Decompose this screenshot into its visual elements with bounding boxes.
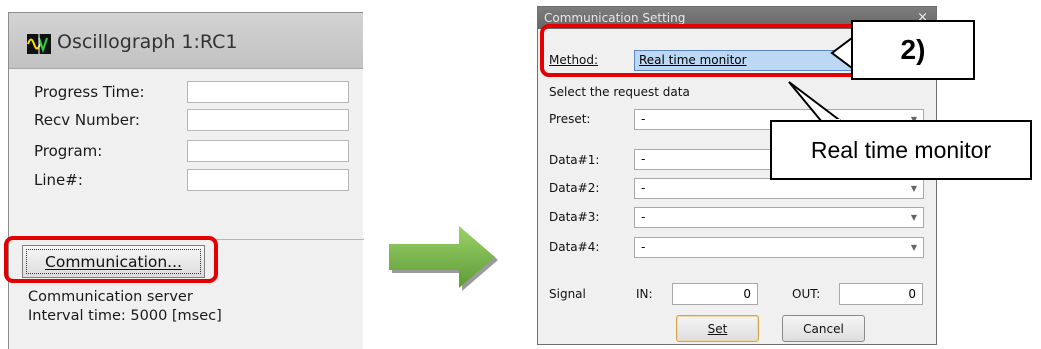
- preset-label: Preset:: [549, 112, 591, 126]
- chevron-down-icon: ▼: [910, 184, 917, 193]
- set-button[interactable]: Set: [676, 315, 759, 342]
- data4-select-value: -: [641, 240, 646, 254]
- status-interval: Interval time: 5000 [msec]: [28, 308, 222, 324]
- data2-label: Data#2:: [549, 181, 600, 195]
- green-arrow-icon: [389, 226, 498, 291]
- data2-select-value: -: [641, 181, 646, 195]
- out-field[interactable]: 0: [839, 283, 923, 305]
- cancel-button-label: Cancel: [803, 321, 844, 336]
- line-number-row: Line#:: [9, 169, 364, 193]
- progress-time-label: Progress Time:: [34, 83, 145, 101]
- progress-time-row: Progress Time:: [9, 81, 364, 105]
- line-number-label: Line#:: [34, 171, 83, 189]
- line-number-field[interactable]: [187, 169, 349, 191]
- oscillograph-title-bar: Oscillograph 1:RC1: [9, 13, 363, 69]
- in-field[interactable]: 0: [672, 283, 758, 305]
- in-label: IN:: [636, 287, 653, 301]
- cancel-button[interactable]: Cancel: [782, 315, 865, 342]
- program-row: Program:: [9, 140, 364, 164]
- recv-number-label: Recv Number:: [34, 111, 140, 129]
- preset-select-value: -: [641, 112, 646, 126]
- recv-number-row: Recv Number:: [9, 109, 364, 133]
- data1-select-value: -: [641, 152, 646, 166]
- data4-select[interactable]: - ▼: [634, 237, 924, 258]
- data3-select[interactable]: - ▼: [634, 207, 924, 228]
- dialog-title: Communication Setting: [544, 11, 686, 25]
- request-heading: Select the request data: [549, 85, 690, 99]
- data4-label: Data#4:: [549, 240, 600, 254]
- program-label: Program:: [34, 142, 103, 160]
- status-server: Communication server: [28, 289, 193, 305]
- data1-label: Data#1:: [549, 153, 600, 167]
- communication-highlight: [4, 236, 218, 283]
- set-button-label: Set: [707, 321, 728, 336]
- data3-label: Data#3:: [549, 210, 600, 224]
- signal-label: Signal: [549, 287, 586, 301]
- data2-select[interactable]: - ▼: [634, 178, 924, 199]
- recv-number-field[interactable]: [187, 109, 349, 131]
- step-callout: 2): [851, 20, 975, 80]
- oscillograph-window: Oscillograph 1:RC1 Progress Time: Recv N…: [8, 12, 364, 349]
- data3-select-value: -: [641, 210, 646, 224]
- program-field[interactable]: [187, 140, 349, 162]
- out-label: OUT:: [792, 287, 821, 301]
- method-note-callout: Real time monitor: [770, 120, 1032, 180]
- chevron-down-icon: ▼: [910, 243, 917, 252]
- oscillograph-title: Oscillograph 1:RC1: [57, 31, 238, 53]
- chevron-down-icon: ▼: [910, 213, 917, 222]
- oscillograph-icon: [27, 34, 51, 54]
- progress-time-field[interactable]: [187, 81, 349, 103]
